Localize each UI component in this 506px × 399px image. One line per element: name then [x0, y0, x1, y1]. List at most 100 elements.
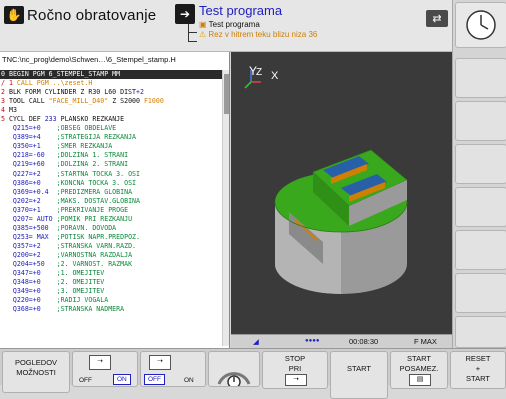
- program-line[interactable]: Q368=+0 ;STRANSKA NADMERA: [0, 305, 222, 314]
- reset-start-softkey[interactable]: RESET + START: [450, 351, 506, 389]
- parameter-comment: ;PREKRIVANJE PROGE: [56, 205, 129, 214]
- parameter-value: Q357=+2: [12, 241, 41, 250]
- program-line[interactable]: Q253= MAX ;POTISK NAPR.PREDPOZ.: [0, 233, 222, 242]
- program-line[interactable]: Q200=+2 ;VARNOSTNA RAZDALJA: [0, 251, 222, 260]
- scrollbar-thumb[interactable]: [224, 74, 229, 114]
- program-line[interactable]: / 1 CALL PGM ..\zeset.H: [0, 79, 222, 88]
- program-lines[interactable]: 0 BEGIN PGM 6_STEMPEL_STAMP MM/ 1 CALL P…: [0, 70, 222, 346]
- off-toggle-active: OFF: [144, 374, 165, 385]
- program-line[interactable]: Q349=+0 ;3. OMEJITEV: [0, 287, 222, 296]
- softkey-label: POGLEDOV: [14, 358, 58, 367]
- program-panel: TNC:\nc_prog\demo\Schwen…\6_Stempel_stam…: [0, 52, 230, 348]
- single-block-icon: ▤: [409, 374, 431, 386]
- parameter-value: Q385=+500: [12, 223, 49, 232]
- right-softkey-6[interactable]: [455, 273, 506, 313]
- program-line-selected[interactable]: 0 BEGIN PGM 6_STEMPEL_STAMP MM: [0, 70, 222, 80]
- workpiece-3d-view: [244, 70, 408, 294]
- program-line[interactable]: Q369=+0.4 ;PREDIZMERA GLOBINA: [0, 188, 222, 197]
- program-line[interactable]: Q227=+2 ;STARTNA TOCKA 3. OSI: [0, 170, 222, 179]
- parameter-comment: ;KONCNA TOCKA 3. OSI: [56, 178, 137, 187]
- program-line[interactable]: Q215=+0 ;OBSEG OBDELAVE: [0, 124, 222, 133]
- test-run-mode-indicator[interactable]: ➔ Test programa ▣ Test programa ⚠ Rez v …: [175, 3, 317, 42]
- line-text: M3: [8, 106, 17, 115]
- line-text: CYCL DEF 233 PLANSKO REZKANJE: [8, 115, 125, 124]
- right-softkey-4[interactable]: [455, 187, 506, 227]
- program-line[interactable]: 2 BLK FORM CYLINDER Z R30 L60 DIST+2: [0, 88, 222, 97]
- softkey-label: MOŽNOSTI: [16, 368, 56, 377]
- program-line[interactable]: Q348=+0 ;2. OMEJITEV: [0, 278, 222, 287]
- tool-indicator-icon: ◢: [253, 337, 259, 346]
- program-line[interactable]: Q219=+60 ;DOLZINA 2. STRANI: [0, 160, 222, 169]
- clock-softkey[interactable]: [455, 2, 506, 48]
- parameter-value: Q207= AUTO: [12, 214, 53, 223]
- line-number: / 1: [1, 79, 13, 88]
- off-toggle: OFF: [79, 377, 92, 384]
- program-line[interactable]: 4 M3: [0, 106, 222, 115]
- parameter-comment: ;STRANSKA VARN.RAZD.: [56, 241, 137, 250]
- program-line[interactable]: Q389=+4 ;STRATEGIJA REZKANJA: [0, 133, 222, 142]
- line-text: BEGIN PGM 6_STEMPEL_STAMP MM: [8, 70, 121, 78]
- tree-connector: [188, 24, 197, 42]
- parameter-comment: ;3. OMEJITEV: [56, 287, 105, 296]
- block-skip-icon: ➝: [89, 355, 111, 370]
- start-single-block-softkey[interactable]: START POSAMEZ. ▤: [390, 351, 448, 389]
- parameter-value: Q389=+4: [12, 133, 41, 142]
- right-softkey-1[interactable]: [455, 58, 506, 98]
- parameter-value: Q204=+50: [12, 259, 45, 268]
- program-line[interactable]: Q357=+2 ;STRANSKA VARN.RAZD.: [0, 242, 222, 251]
- parameter-comment: ;1. OMEJITEV: [56, 269, 105, 278]
- program-line[interactable]: Q204=+50 ;2. VARNOST. RAZMAK: [0, 260, 222, 269]
- program-line[interactable]: Q202=+2 ;MAKS. DOSTAV.GLOBINA: [0, 197, 222, 206]
- right-softkey-5[interactable]: [455, 230, 506, 270]
- speed-dial-icon: [217, 372, 251, 389]
- parameter-value: Q253= MAX: [12, 232, 49, 241]
- start-softkey[interactable]: START: [330, 351, 388, 399]
- scrollbar[interactable]: [222, 70, 229, 346]
- program-line[interactable]: Q350=+1 ;SMER REZKANJA: [0, 142, 222, 151]
- parameter-value: Q227=+2: [12, 169, 41, 178]
- program-line[interactable]: Q207= AUTO ;POMIK PRI REZKANJU: [0, 215, 222, 224]
- optional-stop-icon: ➝: [149, 355, 171, 370]
- softkey-label: RESET: [465, 354, 491, 363]
- parameter-comment: ;SMER REZKANJA: [56, 142, 113, 151]
- parameter-value: Q219=+60: [12, 160, 45, 169]
- screen-layout-icon[interactable]: ⇄: [426, 10, 448, 27]
- optional-stop-toggle-softkey[interactable]: ➝ OFF ON: [140, 351, 206, 387]
- right-softkey-3[interactable]: [455, 144, 506, 184]
- on-toggle: ON: [184, 377, 194, 384]
- program-line[interactable]: Q220=+0 ;RADIJ VOGALA: [0, 296, 222, 305]
- manual-mode-indicator[interactable]: ✋ Ročno obratovanje: [4, 4, 156, 26]
- view-options-softkey[interactable]: POGLEDOV MOŽNOSTI: [2, 351, 70, 393]
- program-line[interactable]: Q218=-60 ;DOLZINA 1. STRANI: [0, 151, 222, 160]
- parameter-value: Q370=+1: [12, 205, 41, 214]
- program-line[interactable]: Q385=+500 ;PORAVN. DOVODA: [0, 224, 222, 233]
- program-line[interactable]: 5 CYCL DEF 233 PLANSKO REZKANJE: [0, 115, 222, 124]
- line-text: CALL PGM ..\zeset.H: [16, 79, 93, 88]
- parameter-comment: ;PORAVN. DOVODA: [56, 223, 117, 232]
- stop-at-softkey[interactable]: STOP PRI ➝: [262, 351, 328, 389]
- file-icon: ▣: [199, 20, 207, 29]
- parameter-comment: ;POMIK PRI REZKANJU: [56, 214, 133, 223]
- right-softkey-7[interactable]: [455, 316, 506, 348]
- softkey-label: START: [347, 364, 371, 373]
- parameter-comment: ;STRANSKA NADMERA: [56, 305, 125, 314]
- simulation-graphic[interactable]: Y Z X: [231, 52, 452, 334]
- warning-message: ⚠ Rez v hitrem teku blizu niza 36: [199, 30, 318, 39]
- program-line[interactable]: Q370=+1 ;PREKRIVANJE PROGE: [0, 206, 222, 215]
- right-softkey-2[interactable]: [455, 101, 506, 141]
- speed-dial-softkey[interactable]: [208, 351, 260, 389]
- block-skip-toggle-softkey[interactable]: ➝ OFF ON: [72, 351, 138, 387]
- parameter-value: Q386=+0: [12, 178, 41, 187]
- program-line[interactable]: Q386=+0 ;KONCNA TOCKA 3. OSI: [0, 179, 222, 188]
- parameter-value: Q220=+0: [12, 296, 41, 305]
- on-toggle-active: ON: [113, 374, 131, 385]
- test-run-mode-title: Test programa: [199, 3, 283, 18]
- parameter-comment: ;POTISK NAPR.PREDPOZ.: [56, 232, 140, 241]
- feed-value: F MAX: [414, 337, 437, 346]
- program-line[interactable]: 3 TOOL CALL "FACE_MILL_D40" Z S2000 F100…: [0, 97, 222, 106]
- parameter-value: Q215=+0: [12, 124, 41, 133]
- simulation-time: 00:08:30: [349, 337, 379, 346]
- program-line[interactable]: Q347=+0 ;1. OMEJITEV: [0, 269, 222, 278]
- program-path: TNC:\nc_prog\demo\Schwen…\6_Stempel_stam…: [2, 55, 176, 64]
- parameter-value: Q202=+2: [12, 196, 41, 205]
